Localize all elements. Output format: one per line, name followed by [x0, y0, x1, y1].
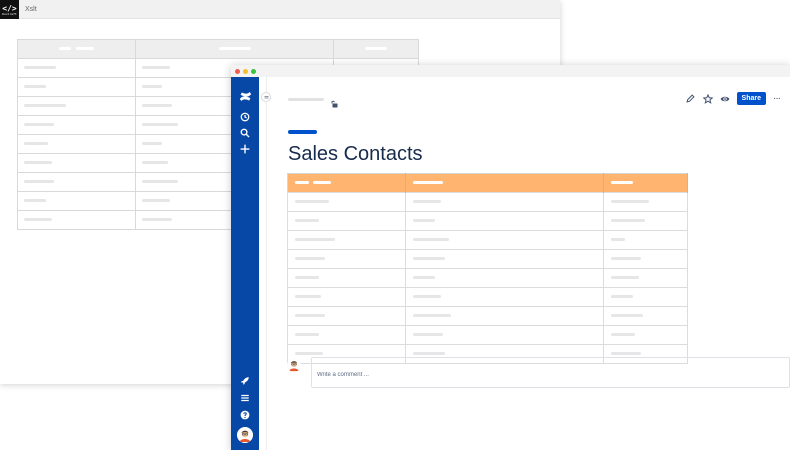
rocket-icon[interactable]: [238, 374, 252, 388]
page-title: Sales Contacts: [288, 143, 423, 165]
more-actions-icon[interactable]: ···: [773, 93, 781, 104]
menu-icon[interactable]: [238, 391, 252, 405]
table-row[interactable]: [287, 230, 688, 250]
watch-eye-icon[interactable]: [720, 94, 730, 104]
maximize-window-button[interactable]: [251, 68, 256, 74]
breadcrumb: [288, 95, 338, 108]
table-row[interactable]: [287, 287, 688, 307]
recent-icon[interactable]: [238, 110, 252, 124]
table-header-row: [287, 173, 688, 193]
comment-input[interactable]: [317, 372, 784, 378]
app-logo: </> DocCraft: [0, 0, 19, 19]
table-header-row: [17, 39, 419, 59]
plus-icon[interactable]: [238, 142, 252, 156]
table-row[interactable]: [287, 249, 688, 269]
page-content: Share ··· Sales Contacts: [267, 77, 790, 450]
comment-box: [311, 357, 790, 388]
search-icon[interactable]: [238, 126, 252, 140]
sales-contacts-table: [287, 173, 688, 364]
share-button[interactable]: Share: [736, 92, 766, 105]
page-toolbar: Share ···: [686, 92, 781, 105]
table-row[interactable]: [287, 325, 688, 345]
foreground-window: Share ··· Sales Contacts: [231, 65, 790, 450]
minimize-window-button[interactable]: [243, 68, 248, 74]
star-icon[interactable]: [702, 93, 713, 104]
window-titlebar: [231, 65, 790, 77]
background-titlebar: </> DocCraft Xslt: [0, 0, 560, 19]
edit-icon[interactable]: [686, 94, 696, 104]
table-row[interactable]: [287, 211, 688, 231]
profile-avatar[interactable]: [237, 427, 253, 443]
table-row[interactable]: [287, 192, 688, 212]
table-row[interactable]: [287, 306, 688, 326]
table-row[interactable]: [287, 268, 688, 288]
unlock-icon[interactable]: [330, 95, 338, 108]
comment-avatar: [287, 358, 301, 372]
global-sidebar: [231, 77, 259, 450]
logo-caption: DocCraft: [2, 11, 17, 16]
help-icon[interactable]: [238, 408, 252, 422]
page-accent-bar: [288, 130, 317, 134]
background-window-title: Xslt: [25, 5, 37, 13]
breadcrumb-item[interactable]: [288, 97, 324, 101]
close-window-button[interactable]: [235, 68, 240, 74]
confluence-logo-icon[interactable]: [238, 89, 252, 103]
